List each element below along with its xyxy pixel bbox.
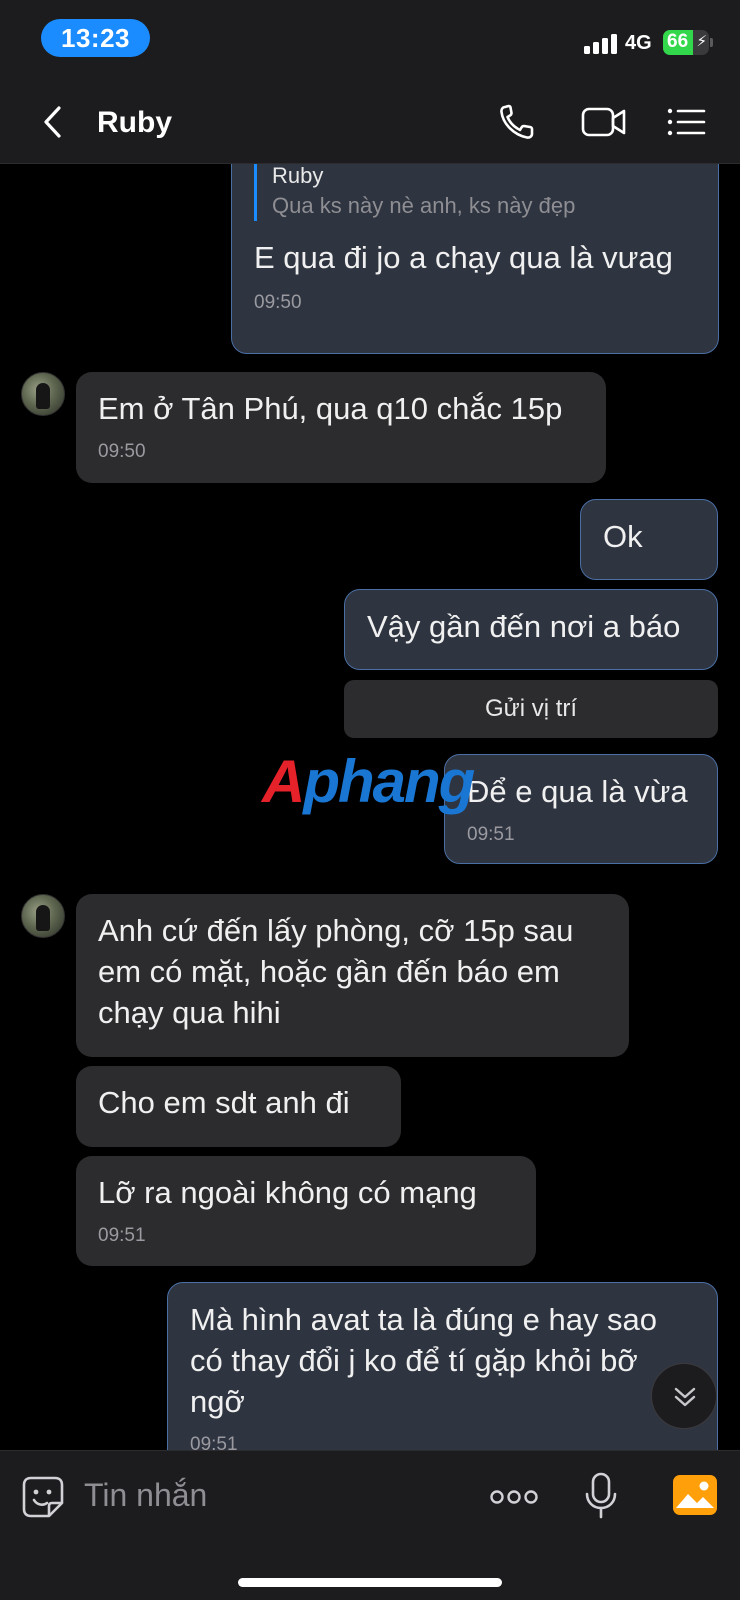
contact-name[interactable]: Ruby	[97, 106, 172, 140]
message-list[interactable]: Ruby Qua ks này nè anh, ks này đẹp E qua…	[0, 164, 740, 1450]
battery-level: 66	[667, 31, 689, 52]
image-icon[interactable]	[672, 1474, 718, 1516]
video-icon[interactable]	[580, 100, 630, 144]
sticker-icon[interactable]	[21, 1475, 65, 1519]
avatar[interactable]	[21, 372, 65, 416]
menu-icon[interactable]	[664, 100, 710, 144]
message-text: Mà hình avat ta là đúng e hay sao có tha…	[190, 1302, 658, 1419]
message-text: Vậy gần đến nơi a báo	[367, 609, 681, 644]
phone-icon[interactable]	[496, 100, 542, 144]
message-text: Anh cứ đến lấy phòng, cỡ 15p sau em có m…	[98, 913, 574, 1030]
message-input[interactable]: Tin nhắn	[84, 1477, 207, 1514]
message-time: 09:51	[98, 1225, 146, 1246]
battery-cap	[710, 38, 713, 47]
watermark-part2: phang	[303, 748, 475, 815]
quoted-text: Qua ks này nè anh, ks này đẹp	[272, 193, 576, 218]
message-outgoing[interactable]: Mà hình avat ta là đúng e hay sao có tha…	[167, 1282, 718, 1450]
message-text: Để e qua là vừa	[467, 774, 688, 809]
watermark-part1: A	[262, 748, 305, 815]
message-outgoing[interactable]: Vậy gần đến nơi a báo	[344, 589, 718, 670]
scroll-down-icon[interactable]	[651, 1363, 717, 1429]
network-type: 4G	[625, 32, 652, 54]
composer-bar: Tin nhắn	[0, 1450, 740, 1600]
charging-icon: ⚡	[696, 33, 707, 50]
message-time: 09:50	[98, 441, 146, 462]
watermark-logo: Aphang	[262, 752, 475, 812]
message-outgoing[interactable]: Ok	[580, 499, 718, 580]
message-text: Em ở Tân Phú, qua q10 chắc 15p	[98, 391, 563, 426]
more-icon[interactable]	[489, 1485, 539, 1509]
message-incoming[interactable]: Anh cứ đến lấy phòng, cỡ 15p sau em có m…	[76, 894, 629, 1057]
message-text: E qua đi jo a chạy qua là vưag	[254, 240, 673, 275]
message-time: 09:51	[467, 824, 515, 845]
back-icon[interactable]	[34, 102, 74, 142]
message-incoming[interactable]: Lỡ ra ngoài không có mạng 09:51	[76, 1156, 536, 1266]
message-incoming[interactable]: Cho em sdt anh đi	[76, 1066, 401, 1147]
message-text: Ok	[603, 519, 643, 554]
send-location-button[interactable]: Gửi vị trí	[344, 680, 718, 738]
chat-header: Ruby	[0, 80, 740, 164]
battery-icon: 66 ⚡	[663, 30, 709, 55]
message-time: 09:51	[190, 1434, 238, 1450]
message-time: 09:50	[254, 292, 302, 313]
quoted-message[interactable]: Ruby Qua ks này nè anh, ks này đẹp	[254, 164, 698, 221]
microphone-icon[interactable]	[583, 1471, 619, 1521]
status-time: 13:23	[41, 19, 150, 57]
message-incoming[interactable]: Em ở Tân Phú, qua q10 chắc 15p 09:50	[76, 372, 606, 483]
message-outgoing[interactable]: Để e qua là vừa 09:51	[444, 754, 718, 864]
home-indicator	[238, 1578, 502, 1587]
message-text: Cho em sdt anh đi	[98, 1085, 350, 1120]
status-bar: 13:23 4G 66 ⚡	[0, 0, 740, 80]
message-text: Lỡ ra ngoài không có mạng	[98, 1175, 477, 1210]
quoted-sender: Ruby	[272, 164, 324, 188]
avatar[interactable]	[21, 894, 65, 938]
message-outgoing[interactable]: Ruby Qua ks này nè anh, ks này đẹp E qua…	[231, 164, 719, 354]
signal-icon	[584, 32, 620, 54]
